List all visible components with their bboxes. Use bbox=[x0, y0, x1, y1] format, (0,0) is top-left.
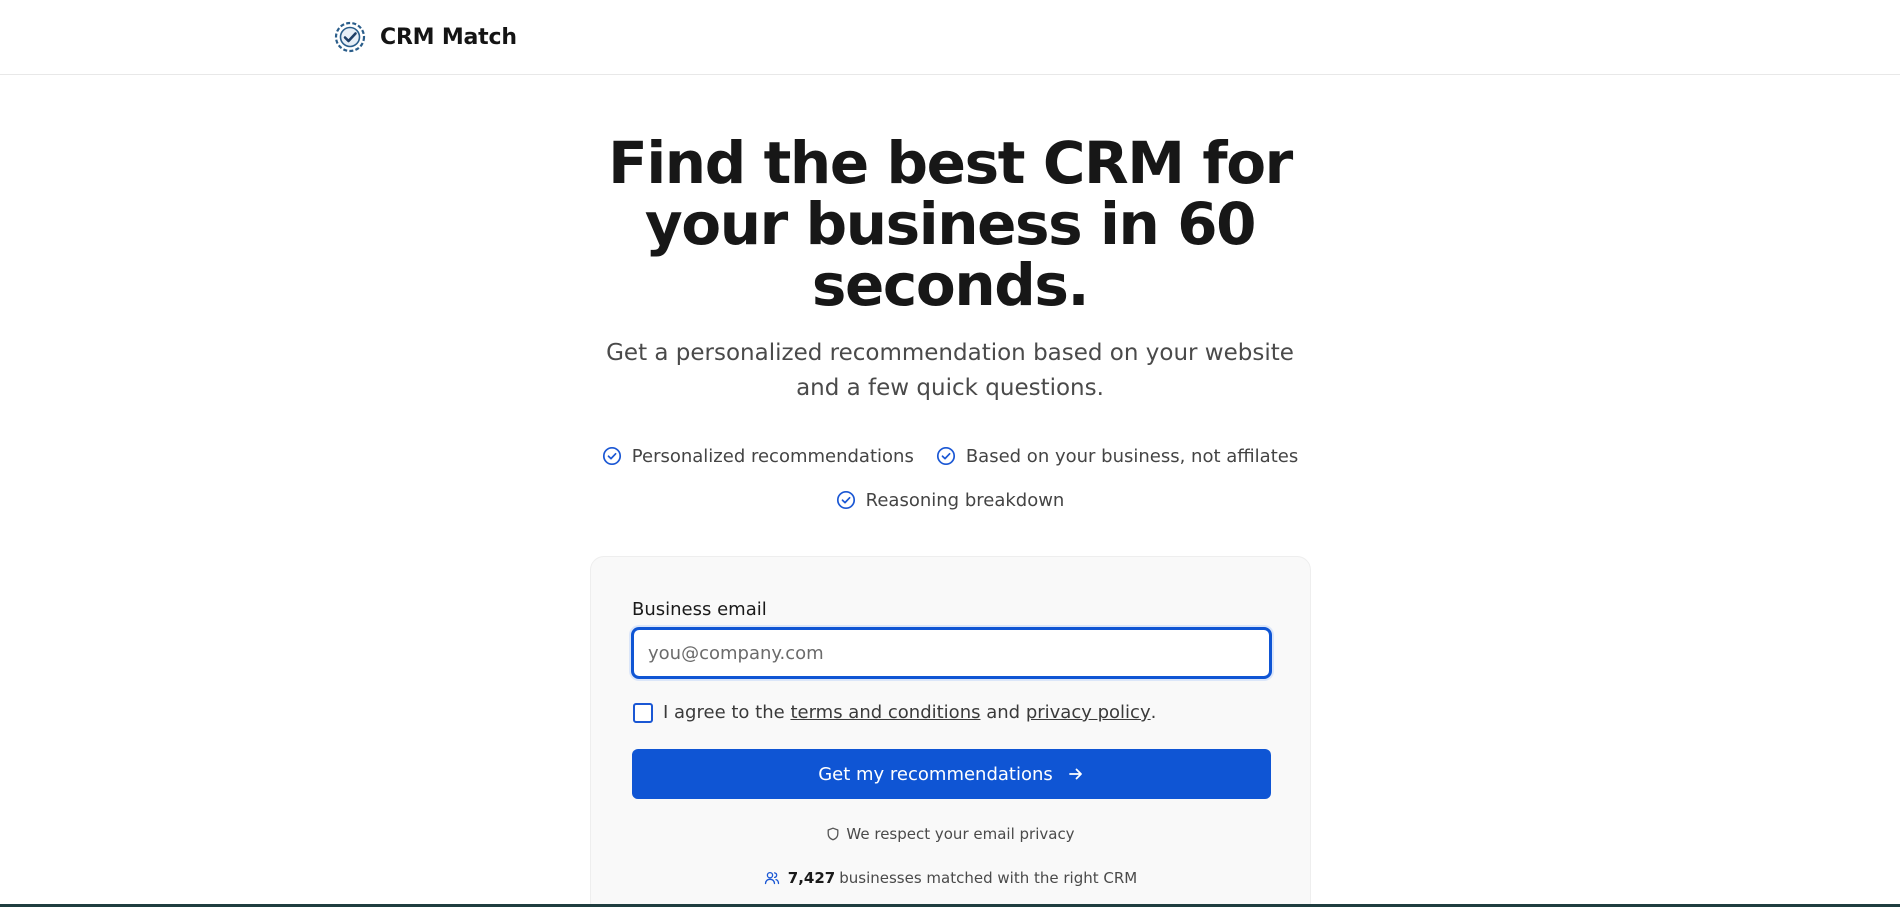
agree-and: and bbox=[986, 702, 1021, 723]
brand-name[interactable]: CRM Match bbox=[380, 25, 517, 50]
arrow-right-icon bbox=[1068, 768, 1082, 780]
terms-checkbox[interactable] bbox=[633, 702, 653, 723]
users-icon bbox=[764, 871, 779, 885]
privacy-link[interactable]: privacy policy bbox=[1026, 702, 1151, 723]
privacy-note: We respect your email privacy bbox=[591, 825, 1310, 843]
feature-item: Reasoning breakdown bbox=[836, 488, 1065, 512]
email-field[interactable] bbox=[631, 627, 1272, 679]
check-circle-icon bbox=[602, 446, 621, 466]
terms-agreement: I agree to the terms and conditions and … bbox=[633, 702, 1156, 723]
agree-suffix: . bbox=[1150, 702, 1157, 723]
terms-link[interactable]: terms and conditions bbox=[790, 702, 980, 723]
matched-text: businesses matched with the right CRM bbox=[839, 869, 1138, 887]
feature-label: Reasoning breakdown bbox=[865, 489, 1065, 511]
get-recommendations-button[interactable]: Get my recommendations bbox=[632, 749, 1271, 799]
page-subtitle: Get a personalized recommendation based … bbox=[606, 340, 1294, 401]
check-circle-icon bbox=[936, 446, 955, 466]
social-proof: 7,427 businesses matched with the right … bbox=[591, 869, 1310, 887]
button-label: Get my recommendations bbox=[818, 763, 1053, 785]
logo-icon[interactable] bbox=[334, 21, 366, 53]
feature-label: Based on your business, not affilates bbox=[965, 445, 1299, 467]
privacy-note-text: We respect your email privacy bbox=[846, 825, 1075, 843]
agree-prefix: I agree to the bbox=[663, 702, 785, 723]
signup-card: Business email I agree to the terms and … bbox=[590, 556, 1311, 907]
matched-count: 7,427 bbox=[787, 869, 836, 887]
feature-item: Personalized recommendations bbox=[602, 444, 914, 468]
top-header: CRM Match bbox=[0, 0, 1900, 75]
page-title: Find the best CRM for your business in 6… bbox=[608, 129, 1293, 319]
shield-icon bbox=[827, 827, 839, 841]
check-circle-icon bbox=[836, 490, 855, 510]
feature-item: Based on your business, not affilates bbox=[936, 444, 1298, 468]
email-label: Business email bbox=[632, 599, 767, 620]
feature-list: Personalized recommendations Based on yo… bbox=[570, 444, 1330, 512]
feature-label: Personalized recommendations bbox=[631, 445, 914, 467]
hero-section: Find the best CRM for your business in 6… bbox=[0, 133, 1900, 512]
